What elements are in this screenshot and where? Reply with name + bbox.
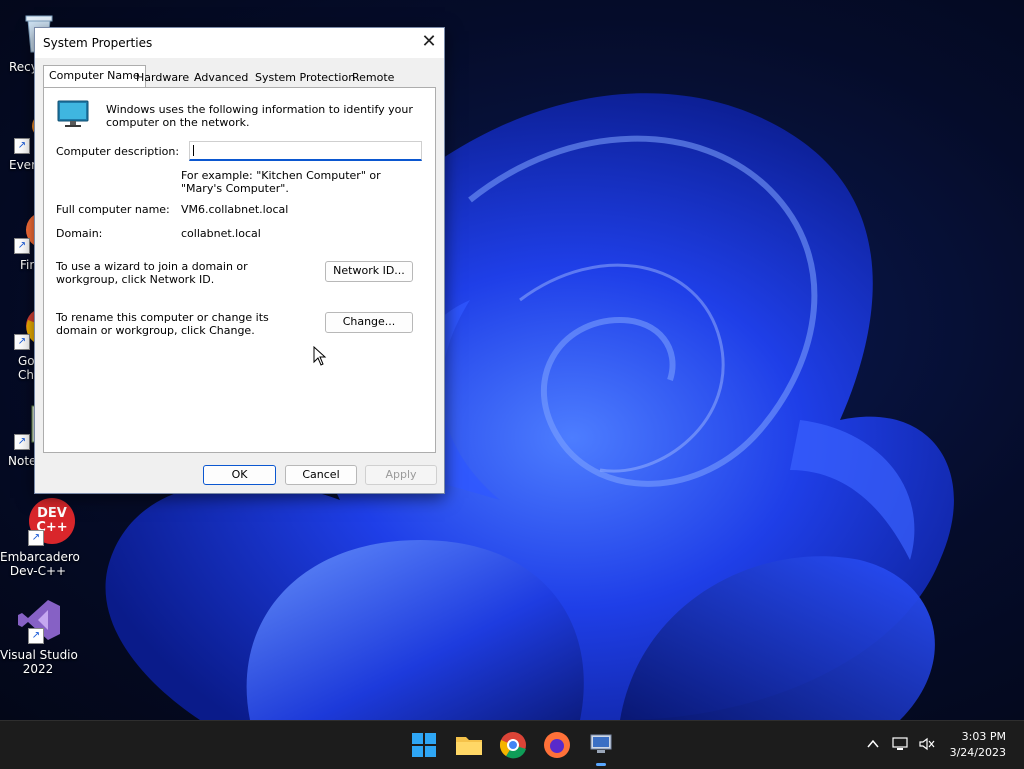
shortcut-arrow-icon: ↗ [14,238,30,254]
intro-text: Windows uses the following information t… [106,103,413,129]
computer-description-label: Computer description: [56,145,180,158]
active-app-indicator [596,763,606,766]
clock-time: 3:03 PM [961,730,1006,743]
title-bar[interactable]: System Properties ✕ [35,28,444,58]
tab-system-protection[interactable]: System Protection [250,68,360,87]
mouse-pointer-icon [313,345,327,369]
desktop-icon-visual-studio[interactable]: ↗ Visual Studio 2022 [0,596,78,676]
dialog-title: System Properties [43,36,153,50]
domain-value: collabnet.local [181,227,261,240]
chrome-icon[interactable] [497,729,529,761]
change-button[interactable]: Change... [325,312,413,333]
system-properties-dialog: System Properties ✕ Computer Name Hardwa… [34,27,445,494]
shortcut-arrow-icon: ↗ [28,530,44,546]
system-clock[interactable]: 3:03 PM 3/24/2023 [950,729,1006,761]
shortcut-arrow-icon: ↗ [28,628,44,644]
computer-monitor-icon [57,100,89,131]
network-id-button[interactable]: Network ID... [325,261,413,282]
shortcut-arrow-icon: ↗ [14,334,30,350]
computer-description-input[interactable] [189,141,422,161]
visual-studio-icon: ↗ [14,596,62,644]
taskbar: 3:03 PM 3/24/2023 [0,720,1024,769]
shortcut-arrow-icon: ↗ [14,434,30,450]
volume-muted-icon[interactable] [918,736,936,755]
desktop-icon-devcpp[interactable]: DEV C++ ↗ Embarcadero Dev-C++ [0,498,80,578]
desktop-icon-label: Embarcadero Dev-C++ [0,550,80,578]
domain-label: Domain: [56,227,103,240]
computer-name-panel: Windows uses the following information t… [43,87,436,453]
example-text: For example: "Kitchen Computer" or "Mary… [181,169,381,195]
clock-date: 3/24/2023 [949,746,1006,759]
network-id-instructions: To use a wizard to join a domain or work… [56,260,248,286]
change-instructions: To rename this computer or change its do… [56,311,269,337]
chevron-up-icon[interactable] [866,737,880,754]
firefox-icon[interactable] [541,729,573,761]
remote-desktop-icon[interactable] [585,729,617,766]
tab-advanced[interactable]: Advanced [189,68,253,87]
file-explorer-icon[interactable] [453,729,485,761]
desktop-icon-label: Visual Studio 2022 [0,648,78,676]
start-icon[interactable] [408,729,440,761]
network-icon[interactable] [892,736,910,755]
full-computer-name-label: Full computer name: [56,203,170,216]
devcpp-icon: DEV C++ ↗ [14,498,75,546]
ok-button[interactable]: OK [203,465,276,485]
text-caret [193,145,194,156]
full-computer-name-value: VM6.collabnet.local [181,203,289,216]
apply-button[interactable]: Apply [365,465,437,485]
cancel-button[interactable]: Cancel [285,465,357,485]
tab-remote[interactable]: Remote [347,68,399,87]
close-icon[interactable]: ✕ [414,28,444,58]
shortcut-arrow-icon: ↗ [14,138,30,154]
tab-hardware[interactable]: Hardware [131,68,194,87]
